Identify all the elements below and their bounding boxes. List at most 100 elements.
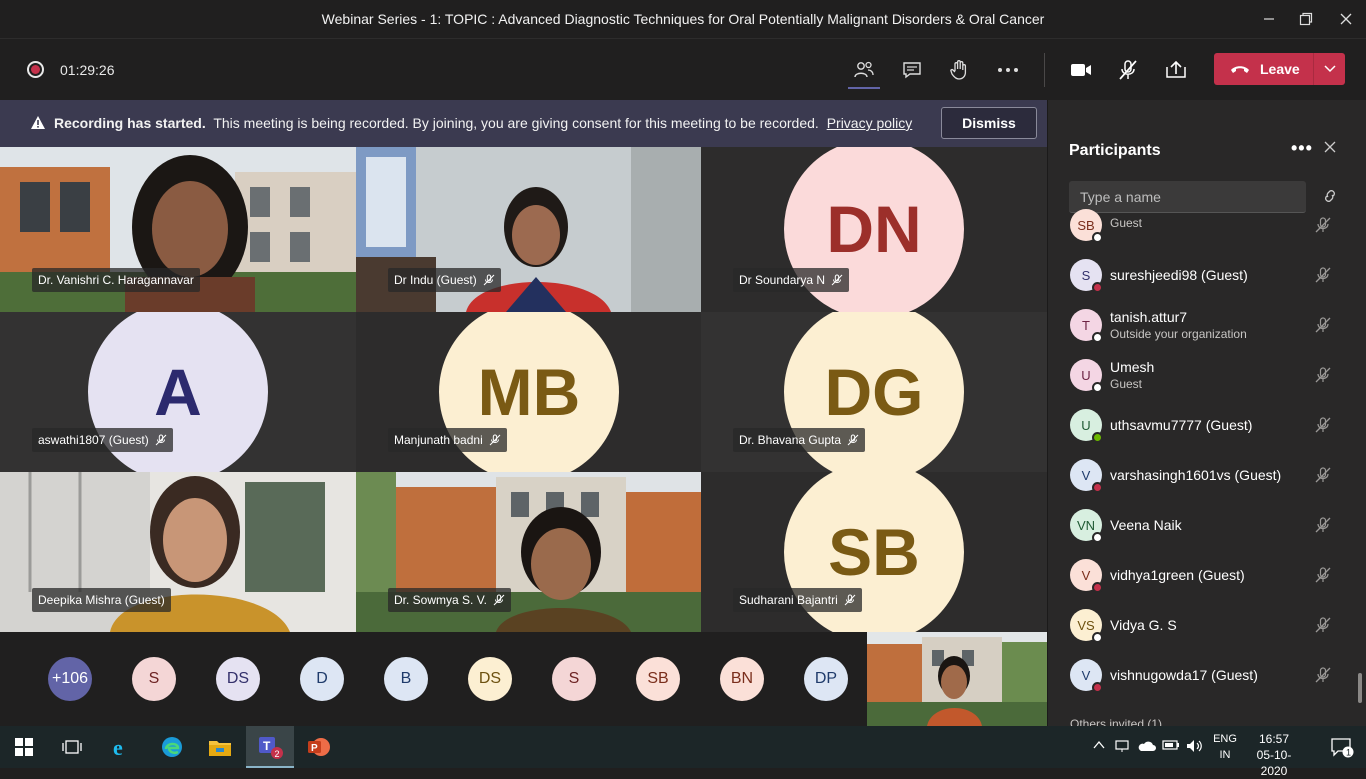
self-video (867, 632, 1047, 726)
overflow-participants-button[interactable]: +106 (48, 657, 92, 701)
mic-off-icon (1314, 366, 1332, 384)
presence-status-icon (1092, 632, 1103, 643)
participant-row[interactable]: VN Veena Naik (1048, 500, 1358, 550)
participant-row[interactable]: SB Guest (1048, 200, 1358, 250)
camera-icon[interactable] (1065, 55, 1097, 85)
banner-text: This meeting is being recorded. By joini… (213, 115, 819, 131)
participant-row[interactable]: Vvishnugowda17 (Guest) (1048, 650, 1358, 700)
mic-off-icon (1314, 566, 1332, 584)
participant-row[interactable]: Vvidhya1green (Guest) (1048, 550, 1358, 600)
participant-row[interactable]: VS Vidya G. S (1048, 600, 1358, 650)
participant-avatar[interactable]: S (552, 657, 596, 701)
participant-avatar[interactable]: DS (216, 657, 260, 701)
clock-time: 16:57 (1258, 732, 1290, 746)
internet-explorer-icon[interactable]: e (98, 726, 146, 768)
onedrive-icon[interactable] (1138, 739, 1156, 756)
participant-avatar[interactable]: DP (804, 657, 848, 701)
participant-name-tag: aswathi1807 (Guest) (32, 428, 173, 452)
chat-icon[interactable] (896, 55, 928, 85)
presence-status-icon (1092, 282, 1103, 293)
avatar-tile[interactable]: DN Dr Soundarya N (701, 147, 1047, 312)
network-icon[interactable] (1115, 739, 1131, 756)
avatar-tile[interactable]: MB Manjunath badni (356, 312, 701, 472)
clock-date: 05-10-2020 (1256, 748, 1292, 778)
svg-text:T: T (263, 739, 271, 753)
minimize-icon[interactable] (1253, 6, 1285, 32)
avatar-tile[interactable]: A aswathi1807 (Guest) (0, 312, 356, 472)
volume-icon[interactable] (1186, 739, 1204, 756)
video-tile[interactable]: Dr. Vanishri C. Haragannavar (0, 147, 356, 312)
participant-avatar[interactable]: S (132, 657, 176, 701)
recording-indicator-icon (27, 61, 44, 78)
active-tab-indicator (848, 87, 880, 89)
participant-avatar[interactable]: SB (636, 657, 680, 701)
close-icon[interactable] (1330, 6, 1362, 32)
mic-off-icon (1314, 266, 1332, 284)
mic-off-icon[interactable] (1112, 55, 1144, 85)
participant-row[interactable]: Ttanish.attur7 Outside your organization (1048, 300, 1358, 350)
avatar-tile[interactable]: SB Sudharani Bajantri (701, 472, 1047, 632)
participant-row[interactable]: Ssureshjeedi98 (Guest) (1048, 250, 1358, 300)
others-invited[interactable]: Others invited (1) (1070, 717, 1162, 726)
participant-name-tag: Dr. Vanishri C. Haragannavar (32, 268, 200, 292)
edge-icon[interactable] (148, 726, 196, 768)
participant-name-tag: Deepika Mishra (Guest) (32, 588, 171, 612)
mic-off-icon (155, 434, 167, 446)
leave-button[interactable]: Leave (1214, 53, 1345, 85)
self-view-video[interactable] (867, 632, 1047, 726)
participant-name: uthsavmu7777 (Guest) (1110, 417, 1253, 433)
video-tile[interactable]: Dr. Sowmya S. V. (356, 472, 701, 632)
participant-name-tag: Dr Soundarya N (733, 268, 850, 292)
participants-panel: Participants ••• SBGuestSsureshjeedi98 (… (1047, 100, 1366, 726)
mic-off-icon (489, 434, 501, 446)
show-hidden-icons-icon[interactable] (1093, 739, 1105, 753)
task-view-icon[interactable] (48, 726, 96, 768)
leave-label: Leave (1260, 61, 1300, 77)
chevron-down-icon[interactable] (1314, 53, 1345, 85)
teams-icon[interactable]: T2 (246, 726, 294, 768)
participant-avatar[interactable]: B (384, 657, 428, 701)
svg-text:e: e (113, 735, 123, 759)
video-tile[interactable]: Dr Indu (Guest) (356, 147, 701, 312)
people-icon[interactable] (848, 55, 880, 85)
share-icon[interactable] (1160, 55, 1192, 85)
participant-avatar[interactable]: D (300, 657, 344, 701)
presence-status-icon (1092, 382, 1103, 393)
recording-banner: Recording has started. This meeting is b… (0, 100, 1047, 147)
avatar-tile[interactable]: DG Dr. Bhavana Gupta (701, 312, 1047, 472)
leave-main-button[interactable]: Leave (1214, 53, 1313, 85)
powerpoint-icon[interactable]: P (294, 726, 342, 768)
presence-status-icon (1092, 682, 1103, 693)
windows-start-icon[interactable] (0, 726, 48, 768)
participant-avatar[interactable]: BN (720, 657, 764, 701)
participant-row[interactable]: Uuthsavmu7777 (Guest) (1048, 400, 1358, 450)
mic-off-icon (844, 594, 856, 606)
panel-scrollbar[interactable] (1358, 673, 1362, 703)
participant-row[interactable]: U Umesh Guest (1048, 350, 1358, 400)
mic-off-icon (493, 594, 505, 606)
dismiss-button[interactable]: Dismiss (941, 107, 1037, 139)
participant-name-tag: Manjunath badni (388, 428, 507, 452)
file-explorer-icon[interactable] (196, 726, 244, 768)
participant-strip: +106 S DS D B DS S SB BN DP (0, 632, 867, 726)
participant-name-tag: Dr Indu (Guest) (388, 268, 501, 292)
battery-icon[interactable] (1162, 739, 1180, 754)
title-bar: Webinar Series - 1: TOPIC : Advanced Dia… (0, 0, 1366, 38)
mic-off-icon (1314, 416, 1332, 434)
close-panel-icon[interactable] (1324, 140, 1336, 158)
video-tile[interactable]: Deepika Mishra (Guest) (0, 472, 356, 632)
participant-row[interactable]: Vvarshasingh1601vs (Guest) (1048, 450, 1358, 500)
window-title: Webinar Series - 1: TOPIC : Advanced Dia… (321, 11, 1045, 27)
notification-center-icon[interactable]: 1 (1318, 726, 1366, 768)
more-icon[interactable] (992, 55, 1024, 85)
system-clock[interactable]: 16:57 05-10-2020 (1246, 731, 1302, 779)
input-language-indicator[interactable]: ENG IN (1212, 731, 1238, 763)
participant-name-tag: Dr. Sowmya S. V. (388, 588, 511, 612)
more-options-icon[interactable]: ••• (1291, 138, 1313, 159)
maximize-icon[interactable] (1290, 6, 1322, 32)
privacy-policy-link[interactable]: Privacy policy (827, 115, 913, 131)
raise-hand-icon[interactable] (943, 55, 975, 85)
presence-status-icon (1092, 332, 1103, 343)
participant-avatar[interactable]: DS (468, 657, 512, 701)
participant-name: vidhya1green (Guest) (1110, 567, 1245, 583)
